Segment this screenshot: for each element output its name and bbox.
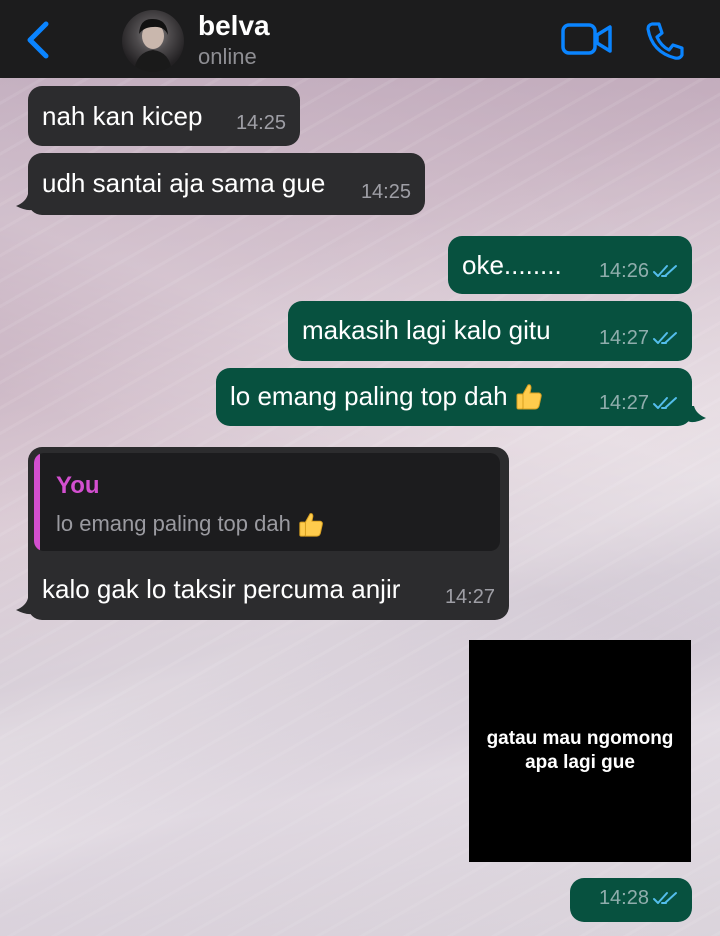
message-text: oke........ bbox=[462, 250, 562, 280]
message-time-status: 14:26 bbox=[599, 256, 682, 286]
video-call-icon bbox=[561, 23, 612, 55]
message-time: 14:25 bbox=[360, 181, 411, 203]
message-bubble-incoming-reply[interactable]: You lo emang paling top dah kalo gak lo … bbox=[28, 447, 509, 620]
reply-author: You bbox=[56, 472, 100, 499]
double-check-icon bbox=[653, 332, 677, 344]
double-check-icon bbox=[653, 892, 677, 904]
quoted-reply[interactable]: You lo emang paling top dah bbox=[34, 453, 500, 551]
thumbs-up-emoji bbox=[516, 384, 542, 410]
message-time-status: 14:27 bbox=[599, 388, 682, 418]
message-time: 14:27 bbox=[598, 392, 649, 414]
reply-content: lo emang paling top dah bbox=[56, 509, 325, 539]
message-text: kalo gak lo taksir percuma anjir bbox=[42, 574, 401, 604]
video-call-button[interactable] bbox=[560, 22, 614, 56]
message-time: 14:28 bbox=[598, 887, 649, 909]
reply-accent-bar bbox=[34, 453, 40, 551]
message-text: lo emang paling top dah bbox=[230, 381, 508, 411]
message-bubble-outgoing-time[interactable]: 14:28 bbox=[570, 878, 692, 922]
message-time: 14:25 bbox=[235, 112, 286, 134]
reply-text: lo emang paling top dah bbox=[56, 511, 291, 536]
voice-call-button[interactable] bbox=[644, 20, 686, 60]
contact-status: online bbox=[198, 44, 257, 69]
message-content: lo emang paling top dah bbox=[230, 381, 544, 411]
message-text: nah kan kicep bbox=[42, 101, 203, 131]
chat-header: belva online bbox=[0, 0, 720, 78]
contact-avatar[interactable] bbox=[122, 10, 184, 72]
image-message[interactable]: gatau mau ngomong apa lagi gue bbox=[469, 640, 691, 862]
double-check-icon bbox=[653, 397, 677, 409]
message-text: udh santai aja sama gue bbox=[42, 168, 326, 198]
message-bubble-incoming[interactable]: nah kan kicep 14:25 bbox=[28, 86, 300, 146]
message-text: makasih lagi kalo gitu bbox=[302, 315, 551, 345]
message-bubble-outgoing[interactable]: lo emang paling top dah 14:27 bbox=[216, 368, 692, 426]
thumbs-up-emoji bbox=[299, 513, 323, 537]
message-bubble-outgoing[interactable]: makasih lagi kalo gitu 14:27 bbox=[288, 301, 692, 361]
message-time-status: 14:27 bbox=[599, 323, 682, 353]
image-caption-text: gatau mau ngomong apa lagi gue bbox=[486, 728, 674, 773]
message-bubble-incoming[interactable]: udh santai aja sama gue 14:25 bbox=[28, 153, 425, 215]
double-check-icon bbox=[653, 265, 677, 277]
phone-icon bbox=[646, 22, 684, 60]
chevron-left-icon bbox=[27, 21, 49, 59]
contact-name[interactable]: belva bbox=[198, 10, 270, 42]
message-time: 14:27 bbox=[598, 327, 649, 349]
message-bubble-outgoing[interactable]: oke........ 14:26 bbox=[448, 236, 692, 294]
message-time: 14:27 bbox=[444, 586, 495, 608]
message-time: 14:26 bbox=[598, 260, 649, 282]
back-button[interactable] bbox=[22, 20, 56, 60]
message-time-status: 14:28 bbox=[599, 883, 682, 913]
